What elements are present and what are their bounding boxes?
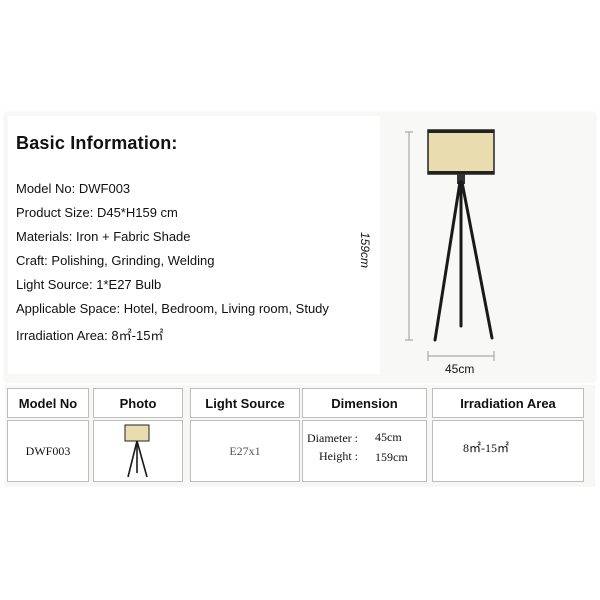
spec-materials: Materials: Iron + Fabric Shade: [16, 229, 191, 244]
spec-label: Applicable Space:: [16, 301, 121, 316]
spec-value: DWF003: [78, 181, 131, 196]
cell-photo: [93, 420, 183, 482]
spec-value: Polishing, Grinding, Welding: [51, 253, 215, 268]
spec-label: Craft:: [16, 253, 48, 268]
height-label: Height :: [319, 449, 358, 463]
spec-value: Hotel, Bedroom, Living room, Study: [123, 301, 329, 316]
lamp-thumbnail-icon: [124, 424, 150, 478]
spec-value: D45*H159 cm: [96, 205, 178, 220]
spec-label: Product Size:: [16, 205, 94, 220]
width-dimension-label: 45cm: [445, 362, 475, 376]
header-dimension: Dimension: [302, 388, 427, 418]
floor-lamp-diagram: [405, 129, 495, 361]
diameter-label: Diameter :: [307, 431, 358, 445]
diameter-value: 45cm: [375, 430, 402, 444]
spec-applicable-space: Applicable Space: Hotel, Bedroom, Living…: [16, 301, 329, 316]
header-photo: Photo: [93, 388, 183, 418]
spec-label: Light Source:: [16, 277, 93, 292]
section-title: Basic Information:: [16, 133, 178, 153]
height-dimension-label: 159cm: [358, 232, 372, 269]
tripod-legs: [433, 180, 494, 342]
spec-value: 8㎡-15㎡: [111, 328, 164, 343]
spec-label: Model No:: [16, 181, 76, 196]
header-irradiation-area: Irradiation Area: [432, 388, 584, 418]
spec-label: Irradiation Area:: [16, 328, 108, 343]
spec-value: Iron + Fabric Shade: [75, 229, 191, 244]
spec-model-no: Model No: DWF003: [16, 181, 130, 196]
spec-label: Materials:: [16, 229, 73, 244]
header-model-no: Model No: [7, 388, 89, 418]
cell-light-source: E27x1: [190, 420, 300, 482]
cell-model-no: DWF003: [7, 420, 89, 482]
spec-product-size: Product Size: D45*H159 cm: [16, 205, 178, 220]
irradiation-value: 8㎡-15㎡: [463, 441, 509, 455]
header-light-source: Light Source: [190, 388, 300, 418]
spec-irradiation-area: Irradiation Area: 8㎡-15㎡: [16, 325, 163, 344]
cell-irradiation-area: 8㎡-15㎡: [432, 420, 584, 482]
spec-craft: Craft: Polishing, Grinding, Welding: [16, 253, 215, 268]
lamp-shade-icon: [427, 129, 495, 175]
spec-value: 1*E27 Bulb: [96, 277, 162, 292]
cell-dimension: Diameter : 45cm Height : 159cm: [302, 420, 427, 482]
spec-light-source: Light Source: 1*E27 Bulb: [16, 277, 161, 292]
height-value: 159cm: [375, 450, 408, 464]
